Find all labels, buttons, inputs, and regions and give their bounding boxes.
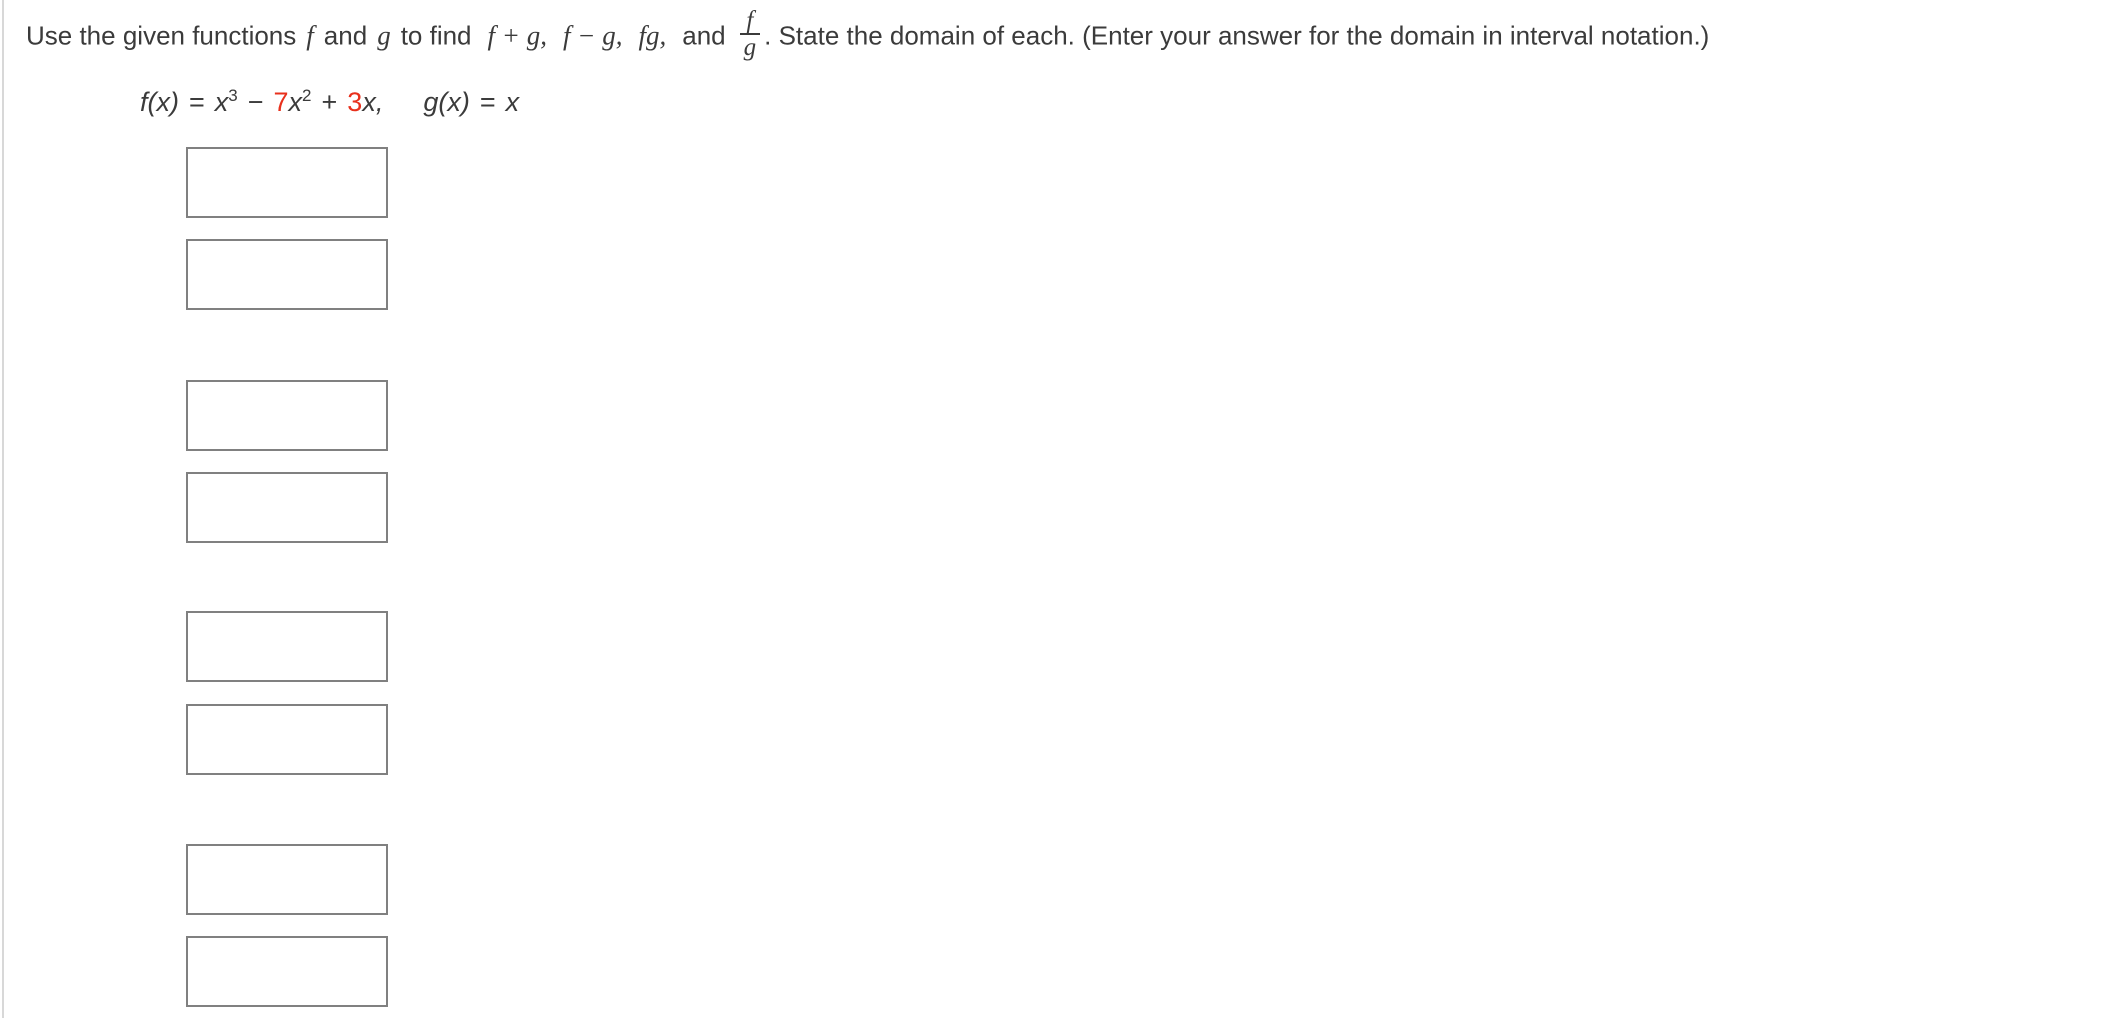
prompt-part-3: . State the domain of each. (Enter your … [764, 20, 1710, 51]
prompt-f-symbol: f [306, 20, 314, 51]
exercise-page: Use the given functions f and g to find f + g… [0, 0, 2128, 1018]
f-term2-base: x [288, 87, 303, 117]
answer-input-difference[interactable] [186, 380, 388, 451]
prompt-quotient-denominator: g [743, 34, 757, 61]
prompt-quotient-fraction: fg [739, 7, 761, 61]
answer-input-difference-domain[interactable] [186, 472, 388, 543]
prompt-expr-product: fg, [638, 20, 667, 51]
answer-input-quotient-domain[interactable] [186, 936, 388, 1007]
f-term2-coefficient: 7 [273, 87, 289, 117]
prompt-expr-difference: f − g, [563, 20, 623, 51]
definition-comma: , [375, 87, 384, 117]
g-equals-sign: = [479, 87, 496, 117]
f-plus-sign: + [321, 87, 338, 117]
answer-input-sum-domain[interactable] [186, 239, 388, 310]
answer-input-product[interactable] [186, 611, 388, 682]
g-expression: x [505, 87, 520, 117]
f-of-x-label: f(x) [140, 87, 179, 117]
f-term2-exponent: 2 [302, 86, 312, 105]
prompt-part-1: Use the given functions [26, 20, 297, 51]
g-of-x-label: g(x) [423, 87, 470, 117]
prompt-g-symbol: g [377, 20, 391, 51]
answer-input-quotient[interactable] [186, 844, 388, 915]
prompt-quotient-numerator: f [746, 7, 754, 34]
f-equals-sign: = [188, 87, 205, 117]
answer-input-product-domain[interactable] [186, 704, 388, 775]
f-minus-sign: − [247, 87, 264, 117]
prompt-and-2: and [682, 20, 726, 51]
prompt-part-2: to find [400, 20, 472, 51]
f-term3-coefficient: 3 [347, 87, 363, 117]
f-term1-base: x [214, 87, 229, 117]
f-term1-exponent: 3 [228, 86, 238, 105]
function-definitions: f(x) = x3−7x2 +3x, g(x) = x [140, 86, 519, 118]
prompt-and-1: and [323, 20, 368, 51]
f-term3-base: x [362, 87, 376, 117]
question-prompt: Use the given functions f and g to find f + g… [26, 7, 1710, 61]
prompt-expr-sum: f + g, [487, 20, 547, 51]
answer-input-sum[interactable] [186, 147, 388, 218]
